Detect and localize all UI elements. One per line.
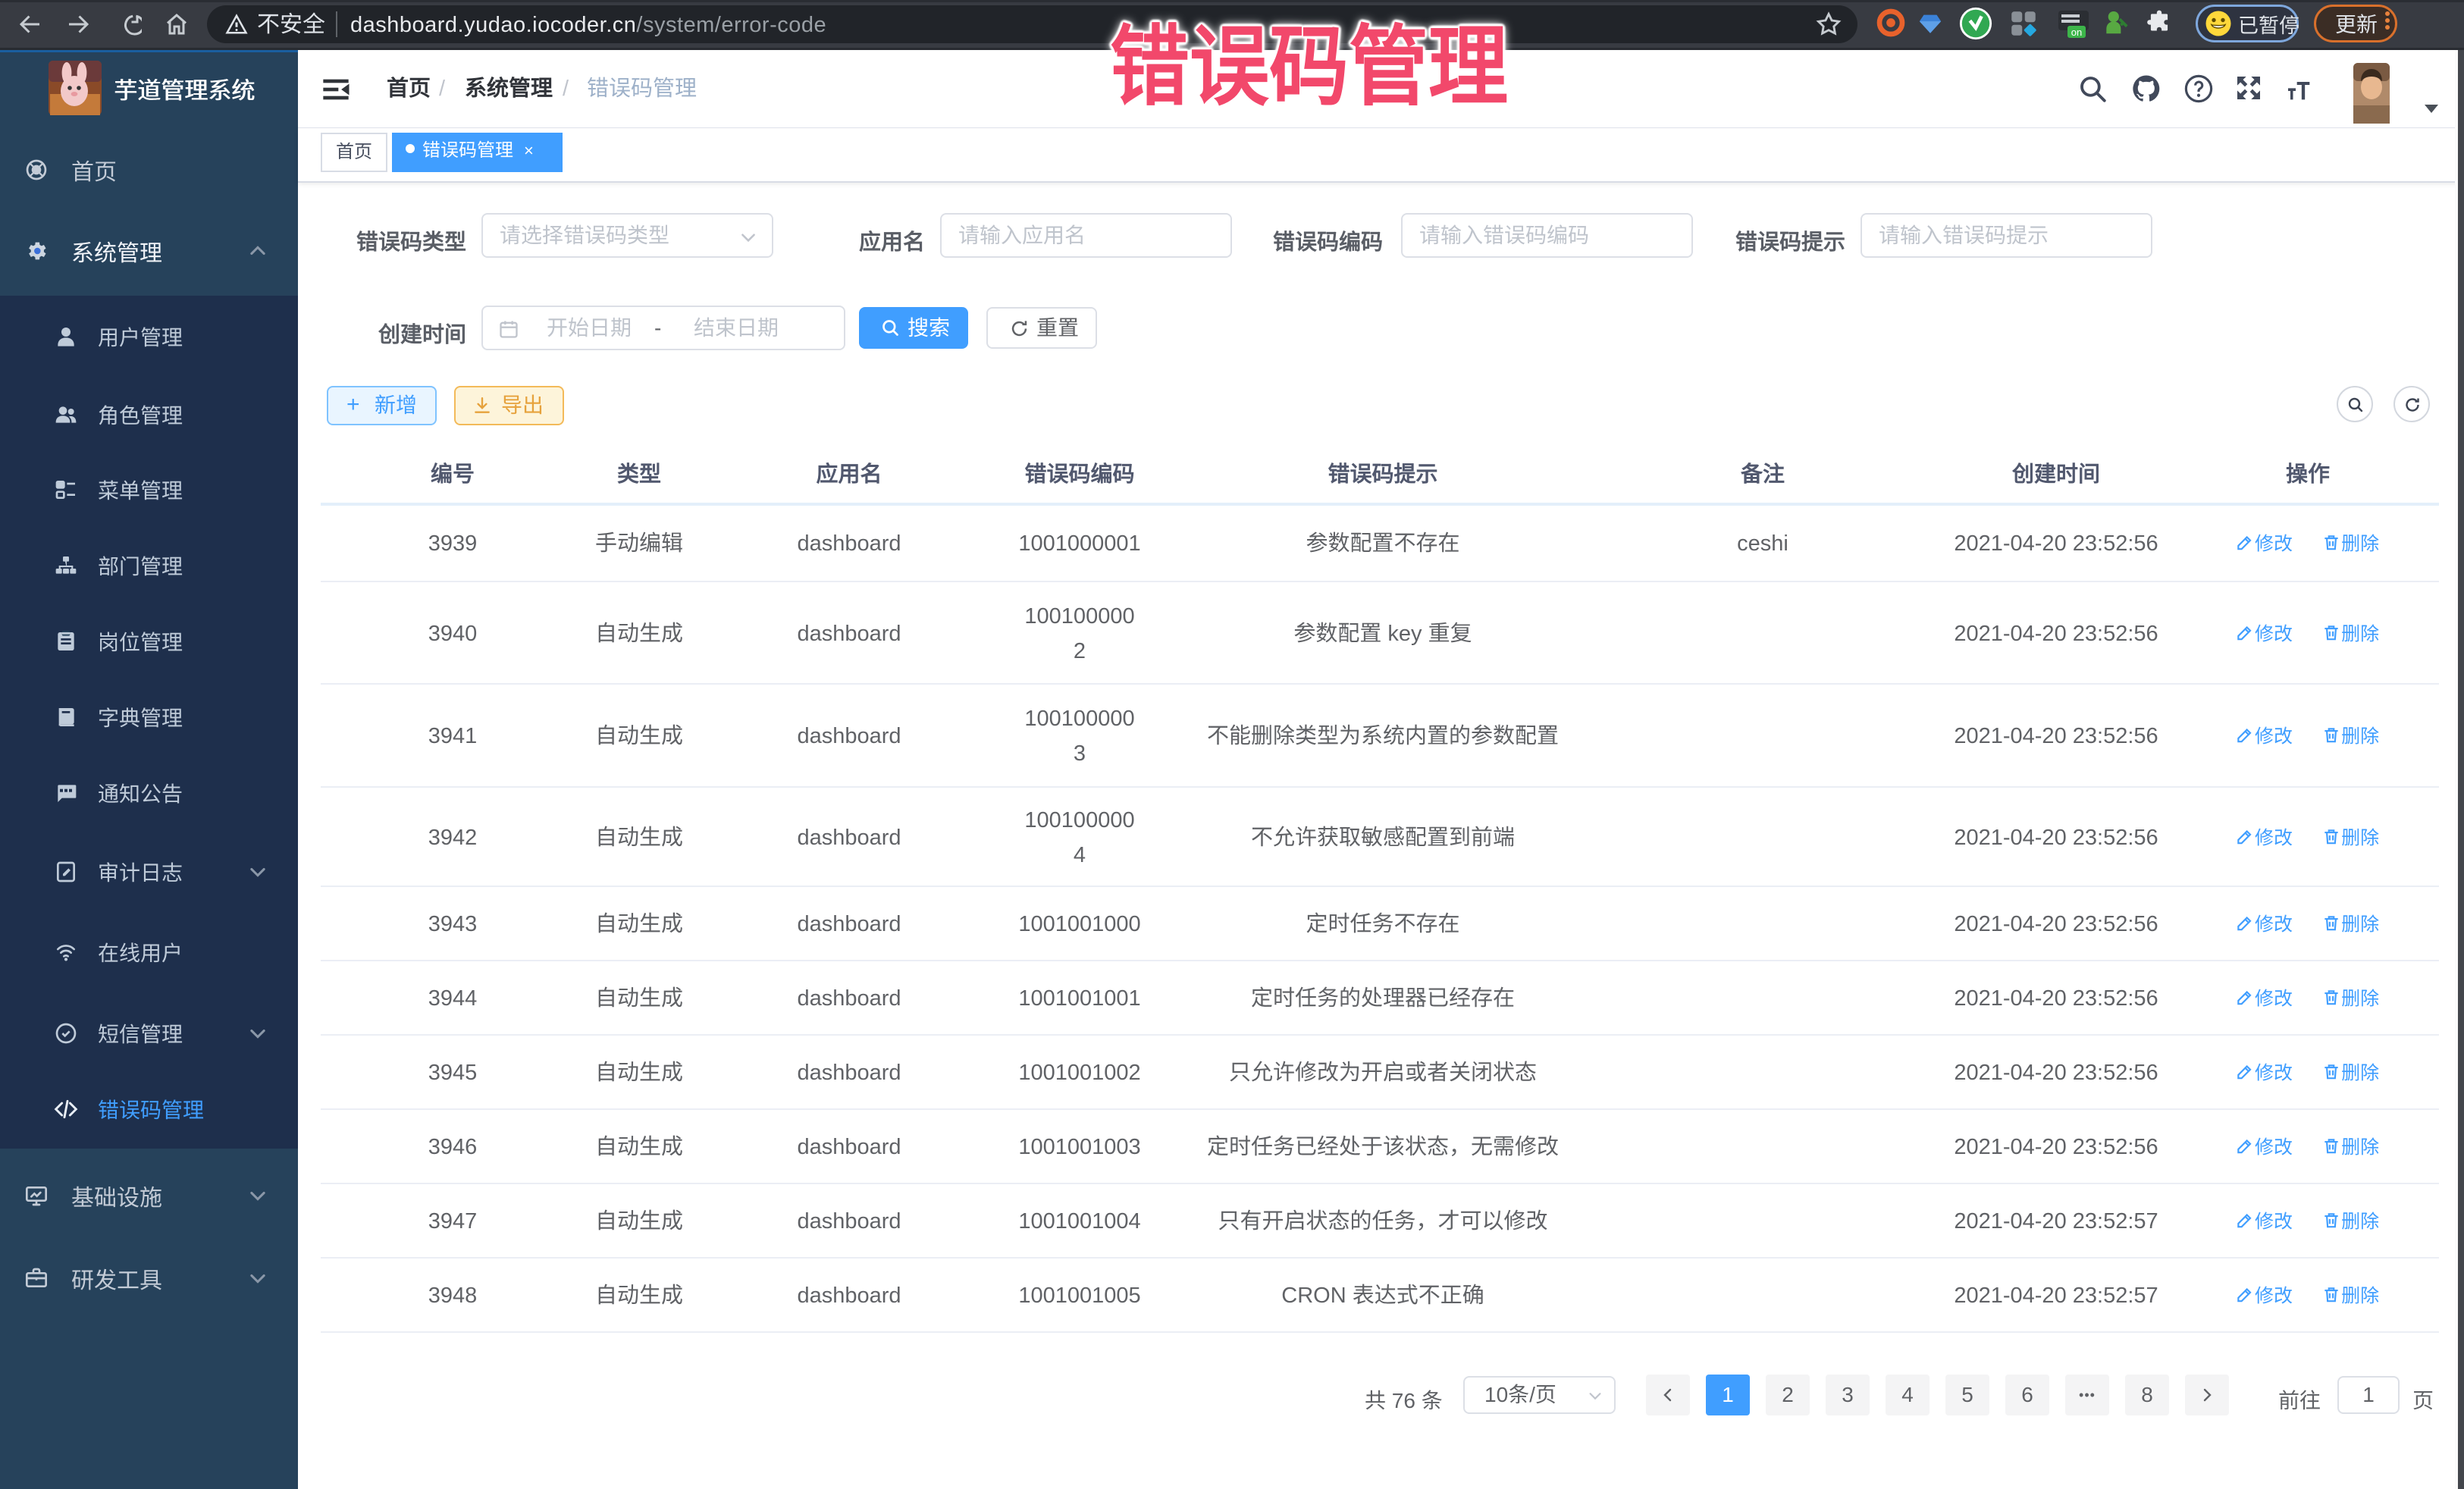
svg-text:on: on (2071, 27, 2082, 38)
